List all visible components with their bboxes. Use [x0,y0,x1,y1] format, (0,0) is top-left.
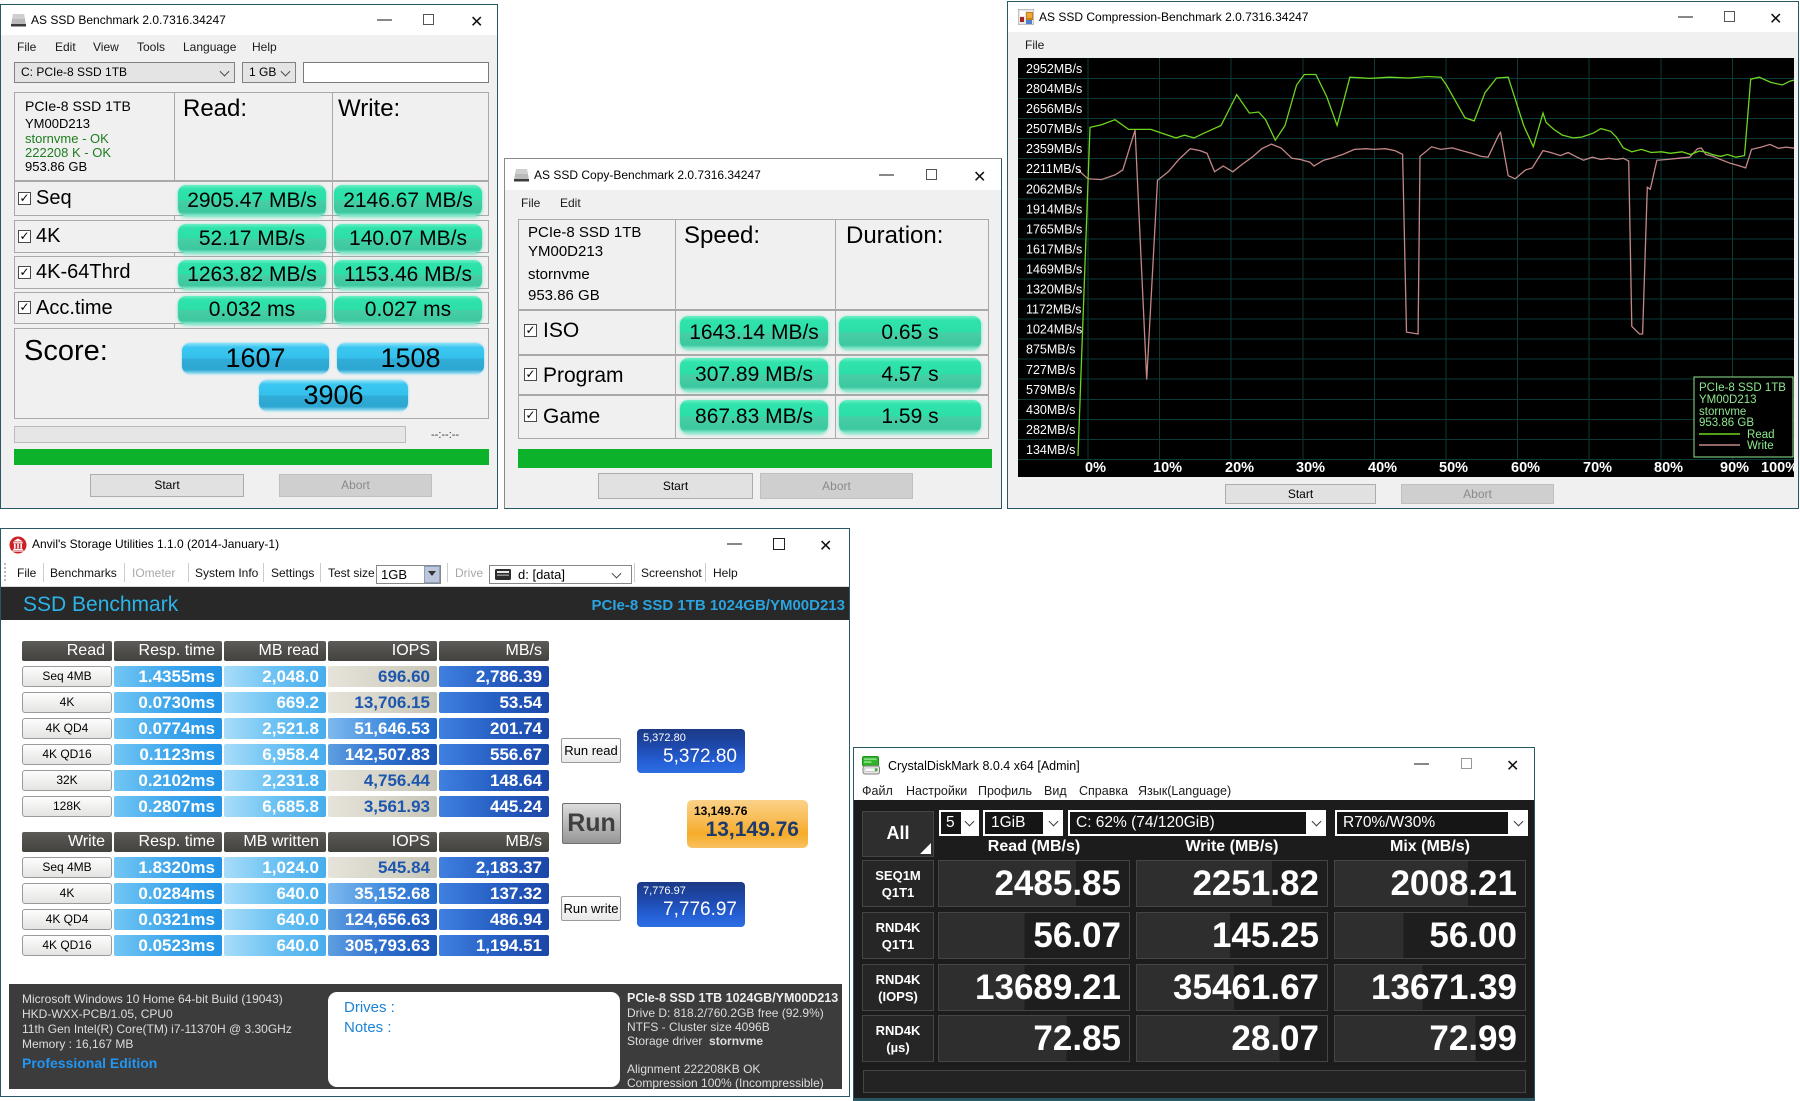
svg-text:727MB/s: 727MB/s [1026,363,1075,377]
svg-text:2804MB/s: 2804MB/s [1026,82,1082,96]
svg-text:1172MB/s: 1172MB/s [1026,303,1081,317]
svg-text:1765MB/s: 1765MB/s [1026,222,1082,236]
svg-text:10%: 10% [1153,460,1182,476]
svg-text:875MB/s: 875MB/s [1026,343,1075,357]
svg-text:YM00D213: YM00D213 [1699,394,1757,406]
svg-text:2211MB/s: 2211MB/s [1026,162,1081,176]
svg-text:0%: 0% [1085,460,1106,476]
svg-text:1914MB/s: 1914MB/s [1026,202,1082,216]
svg-text:PCIe-8 SSD 1TB: PCIe-8 SSD 1TB [1699,382,1786,394]
svg-text:2062MB/s: 2062MB/s [1026,182,1082,196]
svg-text:953.86 GB: 953.86 GB [1699,417,1754,429]
svg-text:1024MB/s: 1024MB/s [1026,323,1082,337]
svg-text:60%: 60% [1511,460,1540,476]
svg-text:2359MB/s: 2359MB/s [1026,142,1082,156]
svg-text:579MB/s: 579MB/s [1026,383,1075,397]
svg-text:1320MB/s: 1320MB/s [1026,283,1082,297]
svg-text:2952MB/s: 2952MB/s [1026,62,1082,76]
svg-text:100%: 100% [1761,460,1794,476]
svg-text:90%: 90% [1720,460,1749,476]
svg-text:430MB/s: 430MB/s [1026,403,1075,417]
svg-text:80%: 80% [1654,460,1683,476]
svg-text:20%: 20% [1225,460,1254,476]
svg-text:282MB/s: 282MB/s [1026,423,1075,437]
svg-text:50%: 50% [1439,460,1468,476]
svg-text:1617MB/s: 1617MB/s [1026,243,1082,257]
svg-text:Write: Write [1747,440,1774,452]
svg-text:2656MB/s: 2656MB/s [1026,102,1082,116]
svg-text:70%: 70% [1583,460,1612,476]
svg-text:134MB/s: 134MB/s [1026,443,1075,457]
svg-text:2507MB/s: 2507MB/s [1026,122,1082,136]
svg-text:40%: 40% [1368,460,1397,476]
svg-text:1469MB/s: 1469MB/s [1026,263,1082,277]
svg-text:30%: 30% [1296,460,1325,476]
